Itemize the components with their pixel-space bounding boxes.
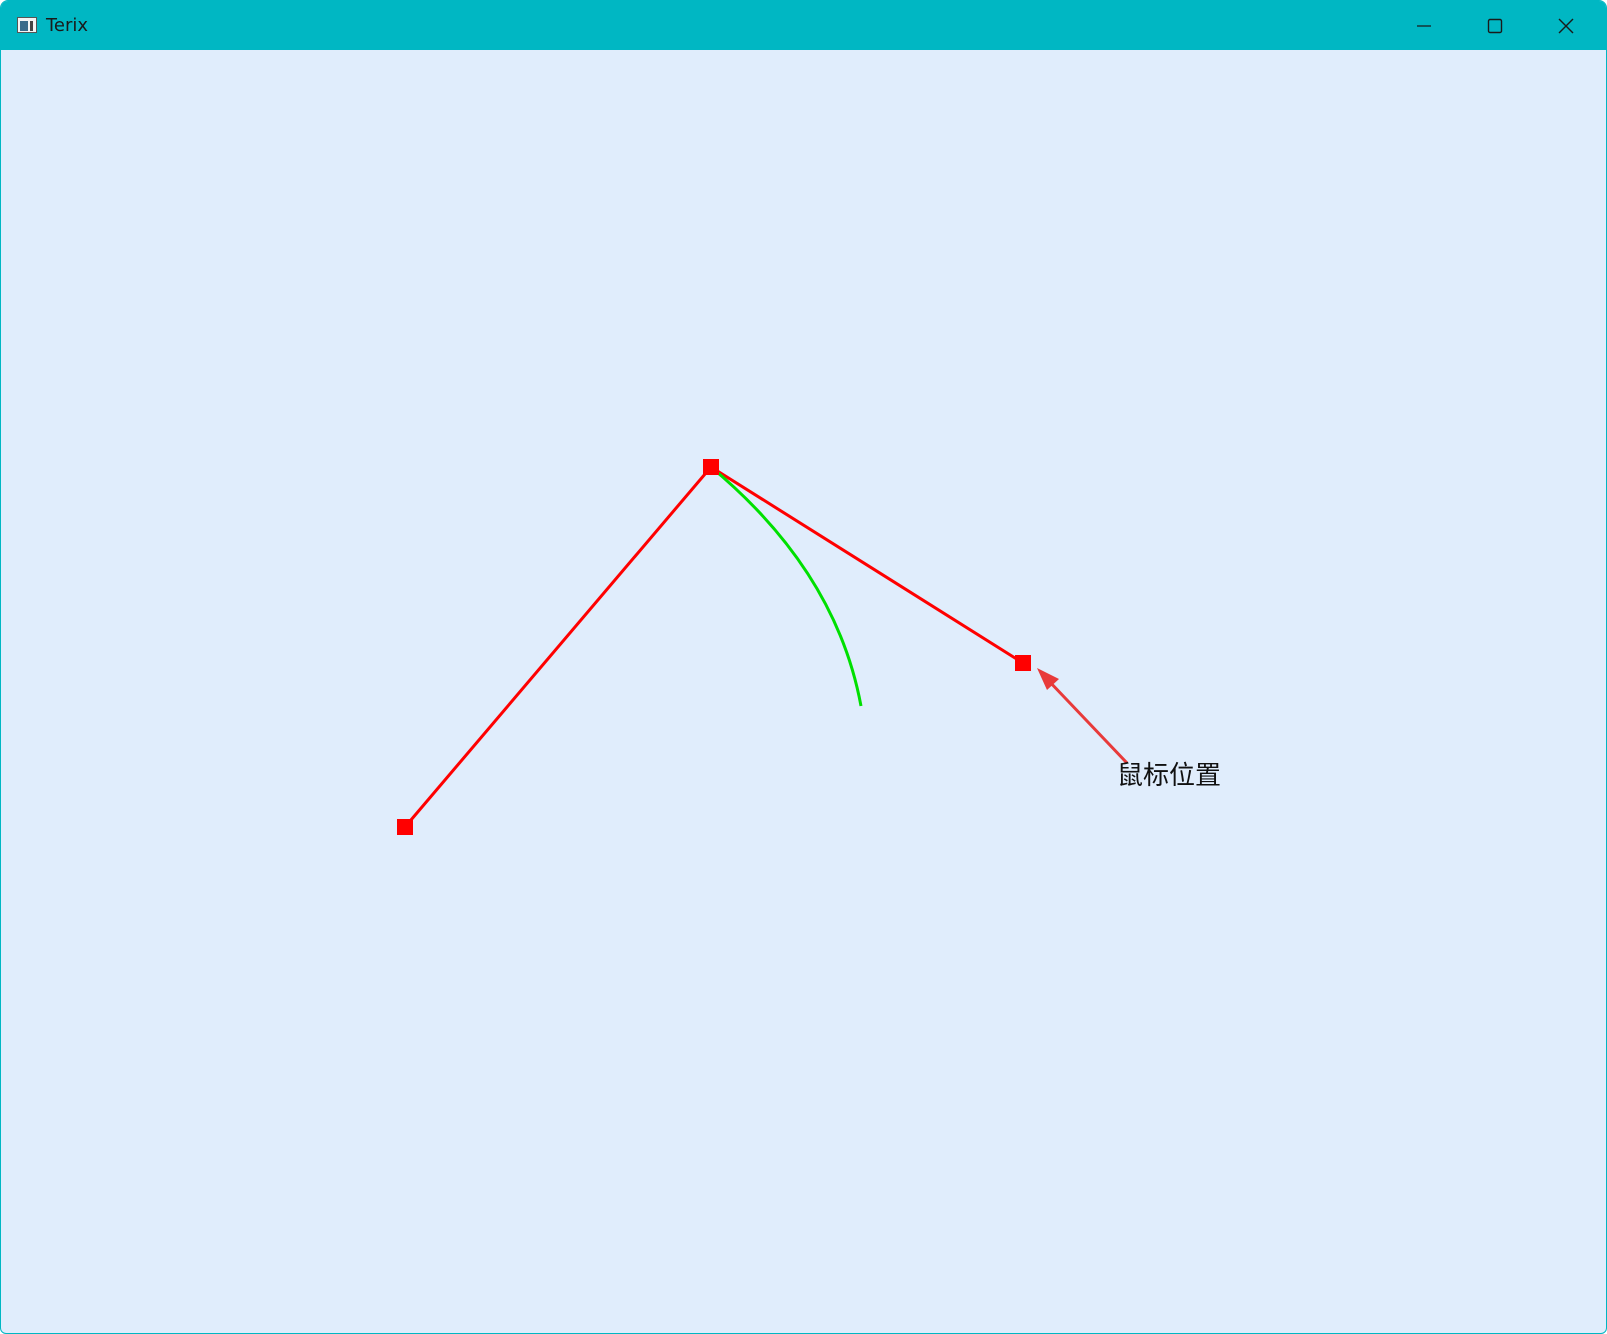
window-title: Terix: [46, 15, 89, 36]
control-line-left: [403, 466, 713, 828]
annotation-arrow: [1037, 668, 1129, 765]
drawing-canvas[interactable]: [1, 50, 1606, 1333]
minimize-icon: [1417, 24, 1431, 27]
mouse-position-label: 鼠标位置: [1117, 761, 1222, 791]
close-button[interactable]: [1531, 1, 1601, 50]
maximize-icon: [1487, 18, 1503, 33]
control-point-start[interactable]: [397, 819, 413, 835]
app-window: Terix 鼠标位置: [0, 0, 1607, 1334]
control-point-apex[interactable]: [703, 459, 719, 475]
maximize-button[interactable]: [1460, 1, 1530, 50]
close-icon: [1558, 18, 1574, 33]
bezier-curve: [710, 465, 863, 707]
title-bar[interactable]: Terix: [1, 1, 1606, 50]
control-line-right: [710, 465, 1024, 665]
app-icon: [17, 17, 37, 33]
control-point-mouse[interactable]: [1015, 655, 1031, 671]
minimize-button[interactable]: [1389, 1, 1459, 50]
